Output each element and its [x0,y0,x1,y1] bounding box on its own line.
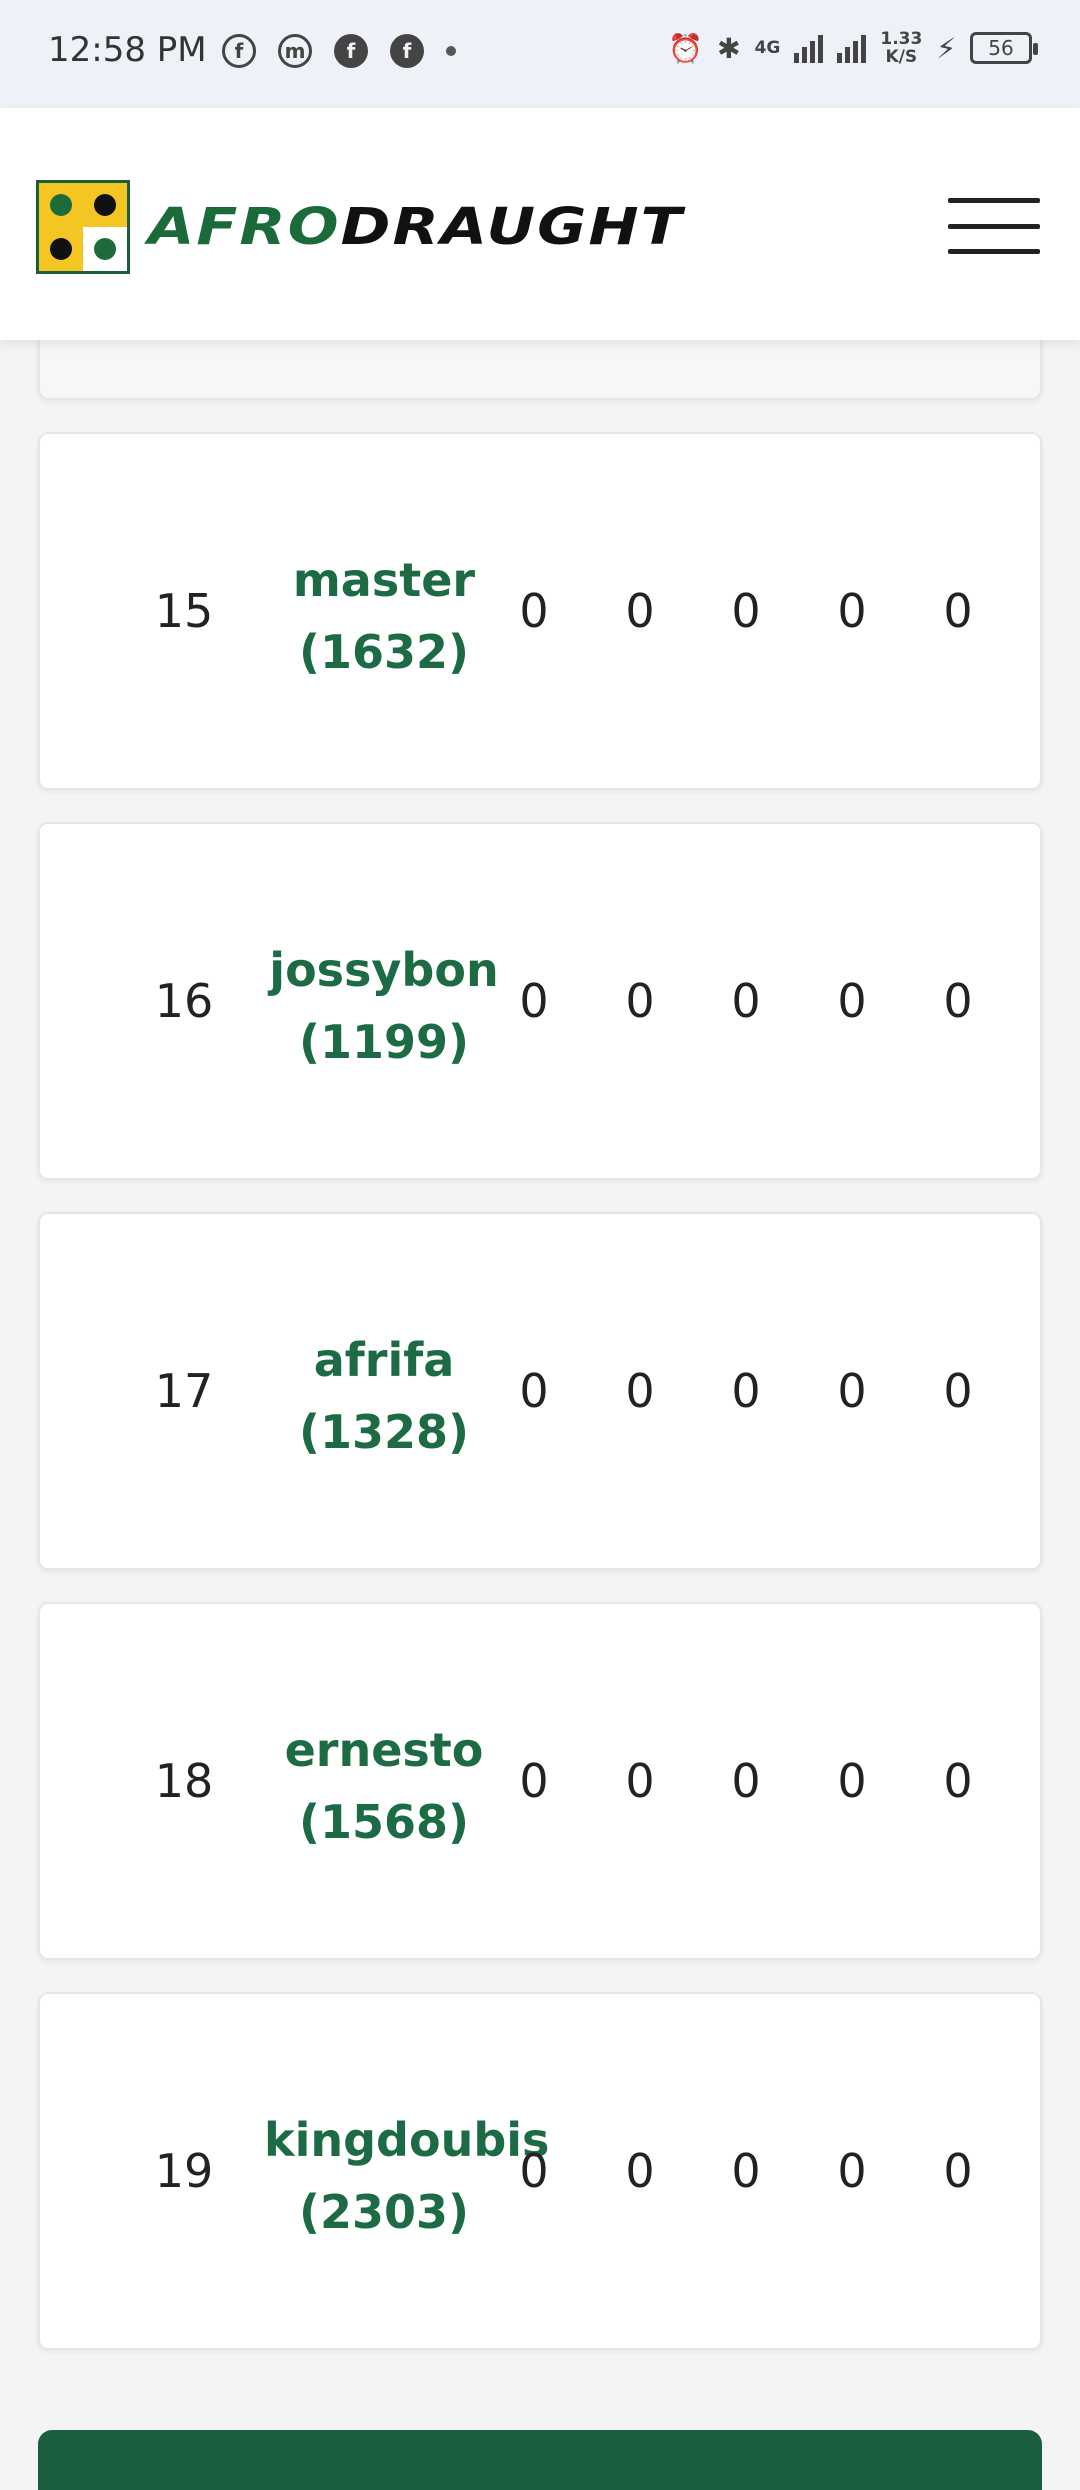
player-link[interactable]: master (1632) [264,544,504,688]
stat-value: 0 [625,974,655,1028]
leaderboard-row: 18 ernesto (1568) 0 0 0 0 0 [38,1602,1042,1960]
stat-value: 0 [625,2144,655,2198]
rank-number: 18 [154,1754,214,1808]
rank-number: 19 [154,2144,214,2198]
messenger-icon: m [278,34,312,68]
stat-value: 0 [943,974,973,1028]
player-name: kingdoubis [264,2113,550,2167]
player-link[interactable]: afrifa (1328) [264,1324,504,1468]
net-speed: 1.33 K/S [880,30,922,66]
more-notifications-dot-icon [446,46,456,56]
stat-value: 0 [731,2144,761,2198]
stat-value: 0 [731,584,761,638]
logo-mark-icon [36,180,130,274]
stat-value: 0 [519,2144,549,2198]
battery-icon: 56 [970,32,1038,64]
player-link[interactable]: jossybon (1199) [264,934,504,1078]
footer-bar[interactable] [38,2430,1042,2490]
stat-value: 0 [519,1754,549,1808]
player-name: master [292,553,476,607]
signal-icon [837,33,867,63]
stat-value: 0 [625,1754,655,1808]
stat-value: 0 [731,974,761,1028]
status-time: 12:58 PM [48,30,207,70]
stat-value: 0 [731,1754,761,1808]
stat-value: 0 [731,1364,761,1418]
rank-number: 16 [154,974,214,1028]
stat-value: 0 [943,584,973,638]
stat-value: 0 [837,2144,867,2198]
rank-number: 15 [154,584,214,638]
site-header: AFRODRAUGHT [0,108,1080,340]
notification-icons: f m f f [222,34,456,68]
system-icons: ⏰ ✱ 4G 1.33 K/S ⚡ 56 [668,30,1038,66]
stat-value: 0 [625,584,655,638]
facebook-icon: f [390,34,424,68]
player-name: ernesto [284,1723,484,1777]
leaderboard-row: 15 master (1632) 0 0 0 0 0 [38,432,1042,790]
stat-value: 0 [837,584,867,638]
player-rating: (1328) [298,1405,470,1459]
status-bar: 12:58 PM f m f f ⏰ ✱ 4G 1.33 K/S ⚡ 56 [0,0,1080,108]
leaderboard-row: 17 afrifa (1328) 0 0 0 0 0 [38,1212,1042,1570]
player-link[interactable]: kingdoubis (2303) [264,2104,550,2248]
battery-level: 56 [988,36,1014,60]
stat-value: 0 [943,2144,973,2198]
player-name: jossybon [269,943,499,997]
net-speed-unit: K/S [885,47,918,67]
player-rating: (2303) [298,2185,470,2239]
stat-value: 0 [837,1754,867,1808]
stat-value: 0 [837,974,867,1028]
player-rating: (1199) [298,1015,470,1069]
charging-icon: ⚡ [936,31,956,65]
stat-value: 0 [943,1754,973,1808]
facebook-icon: f [222,34,256,68]
afrodraught-logo[interactable]: AFRODRAUGHT [36,180,684,274]
leaderboard-row: 19 kingdoubis (2303) 0 0 0 0 0 [38,1992,1042,2350]
player-link[interactable]: ernesto (1568) [264,1714,504,1858]
stat-value: 0 [519,974,549,1028]
stat-value: 0 [519,1364,549,1418]
signal-icon [794,33,824,63]
leaderboard-row: 16 jossybon (1199) 0 0 0 0 0 [38,822,1042,1180]
player-rating: (1632) [298,625,470,679]
stat-value: 0 [625,1364,655,1418]
rank-number: 17 [154,1364,214,1418]
stat-value: 0 [519,584,549,638]
stat-value: 0 [837,1364,867,1418]
alarm-icon: ⏰ [668,31,704,65]
net-speed-value: 1.33 [880,29,923,49]
player-rating: (1568) [298,1795,470,1849]
logo-text: AFRODRAUGHT [148,197,684,257]
stat-value: 0 [943,1364,973,1418]
facebook-icon: f [334,34,368,68]
menu-icon[interactable] [948,198,1040,254]
network-type: 4G [754,38,781,58]
player-name: afrifa [313,1333,455,1387]
bluetooth-icon: ✱ [717,31,741,65]
